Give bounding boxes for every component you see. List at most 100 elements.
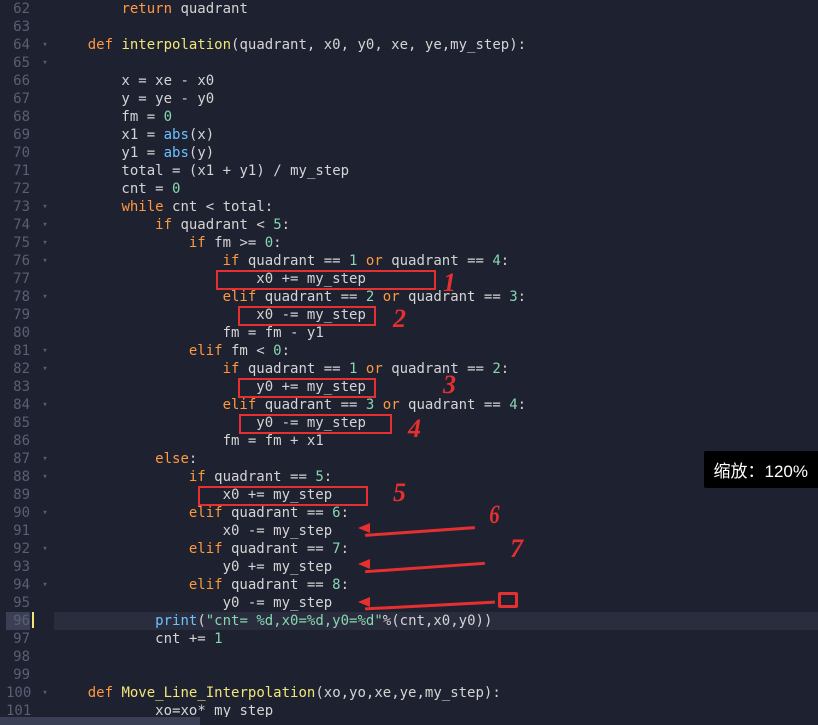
line-number: 99 (6, 666, 30, 684)
fold-marker (36, 270, 54, 288)
line-number: 89 (6, 486, 30, 504)
fold-marker (36, 108, 54, 126)
code-line[interactable]: if quadrant == 1 or quadrant == 2: (54, 360, 818, 378)
line-number: 85 (6, 414, 30, 432)
fold-marker (36, 432, 54, 450)
line-number: 98 (6, 648, 30, 666)
code-line[interactable]: print("cnt= %d,x0=%d,y0=%d"%(cnt,x0,y0)) (54, 612, 818, 630)
line-number-gutter: 6263646566676869707172737475767778798081… (0, 0, 36, 725)
fold-marker (36, 558, 54, 576)
code-editor[interactable]: 6263646566676869707172737475767778798081… (0, 0, 818, 725)
code-line[interactable] (54, 54, 818, 72)
code-line[interactable]: elif quadrant == 6: (54, 504, 818, 522)
fold-marker (36, 72, 54, 90)
fold-marker[interactable]: ▾ (36, 576, 54, 594)
code-line[interactable]: x0 += my_step (54, 270, 818, 288)
code-line[interactable]: x0 -= my_step (54, 306, 818, 324)
fold-marker (36, 324, 54, 342)
code-line[interactable]: def interpolation(quadrant, x0, y0, xe, … (54, 36, 818, 54)
line-number: 70 (6, 144, 30, 162)
code-line[interactable]: y1 = abs(y) (54, 144, 818, 162)
fold-marker[interactable]: ▾ (36, 540, 54, 558)
line-number: 78 (6, 288, 30, 306)
fold-marker[interactable]: ▾ (36, 54, 54, 72)
line-number: 83 (6, 378, 30, 396)
fold-marker[interactable]: ▾ (36, 450, 54, 468)
code-line[interactable]: return quadrant (54, 0, 818, 18)
line-number: 95 (6, 594, 30, 612)
code-line[interactable] (54, 648, 818, 666)
code-line[interactable]: cnt = 0 (54, 180, 818, 198)
code-line[interactable]: fm = fm - y1 (54, 324, 818, 342)
line-number: 76 (6, 252, 30, 270)
line-number: 68 (6, 108, 30, 126)
line-number: 94 (6, 576, 30, 594)
code-line[interactable]: y0 += my_step (54, 558, 818, 576)
line-number: 74 (6, 216, 30, 234)
code-line[interactable]: elif fm < 0: (54, 342, 818, 360)
code-line[interactable]: x = xe - x0 (54, 72, 818, 90)
line-number: 65 (6, 54, 30, 72)
code-line[interactable]: fm = 0 (54, 108, 818, 126)
fold-marker[interactable]: ▾ (36, 36, 54, 54)
cursor-indicator (32, 612, 34, 628)
fold-marker[interactable]: ▾ (36, 288, 54, 306)
fold-marker[interactable]: ▾ (36, 684, 54, 702)
fold-marker[interactable]: ▾ (36, 342, 54, 360)
fold-marker (36, 306, 54, 324)
fold-marker (36, 630, 54, 648)
code-line[interactable]: x0 += my_step (54, 486, 818, 504)
line-number: 63 (6, 18, 30, 36)
line-number: 88 (6, 468, 30, 486)
fold-marker[interactable]: ▾ (36, 234, 54, 252)
fold-marker (36, 180, 54, 198)
code-line[interactable]: if quadrant == 1 or quadrant == 4: (54, 252, 818, 270)
line-number: 79 (6, 306, 30, 324)
code-line[interactable]: elif quadrant == 3 or quadrant == 4: (54, 396, 818, 414)
line-number: 80 (6, 324, 30, 342)
line-number: 97 (6, 630, 30, 648)
line-number: 81 (6, 342, 30, 360)
fold-marker (36, 0, 54, 18)
line-number: 96 (6, 612, 30, 630)
code-line[interactable] (54, 666, 818, 684)
fold-marker[interactable]: ▾ (36, 252, 54, 270)
code-line[interactable]: def Move_Line_Interpolation(xo,yo,xe,ye,… (54, 684, 818, 702)
code-line[interactable]: x1 = abs(x) (54, 126, 818, 144)
fold-marker (36, 90, 54, 108)
fold-marker[interactable]: ▾ (36, 360, 54, 378)
line-number: 72 (6, 180, 30, 198)
line-number: 100 (6, 684, 30, 702)
code-line[interactable]: if quadrant < 5: (54, 216, 818, 234)
horizontal-scrollbar-track[interactable] (0, 717, 818, 725)
code-line[interactable]: while cnt < total: (54, 198, 818, 216)
code-line[interactable]: y0 -= my_step (54, 414, 818, 432)
code-line[interactable]: x0 -= my_step (54, 522, 818, 540)
fold-marker[interactable]: ▾ (36, 504, 54, 522)
fold-marker[interactable]: ▾ (36, 216, 54, 234)
fold-marker[interactable]: ▾ (36, 396, 54, 414)
line-number: 86 (6, 432, 30, 450)
code-line[interactable]: elif quadrant == 8: (54, 576, 818, 594)
line-number: 82 (6, 360, 30, 378)
code-line[interactable]: total = (x1 + y1) / my_step (54, 162, 818, 180)
line-number: 91 (6, 522, 30, 540)
fold-marker (36, 126, 54, 144)
fold-column[interactable]: ▾▾ ▾▾▾▾ ▾ ▾▾ ▾ ▾▾ ▾ ▾ ▾ ▾ (36, 0, 54, 725)
code-line[interactable] (54, 18, 818, 36)
fold-marker[interactable]: ▾ (36, 198, 54, 216)
code-line[interactable]: elif quadrant == 2 or quadrant == 3: (54, 288, 818, 306)
horizontal-scrollbar-thumb[interactable] (0, 717, 200, 725)
code-area[interactable]: return quadrant def interpolation(quadra… (54, 0, 818, 725)
code-line[interactable]: fm = fm + x1 (54, 432, 818, 450)
fold-marker[interactable]: ▾ (36, 468, 54, 486)
line-number: 73 (6, 198, 30, 216)
line-number: 75 (6, 234, 30, 252)
code-line[interactable]: y0 += my_step (54, 378, 818, 396)
code-line[interactable]: y0 -= my_step (54, 594, 818, 612)
fold-marker (36, 666, 54, 684)
code-line[interactable]: elif quadrant == 7: (54, 540, 818, 558)
code-line[interactable]: cnt += 1 (54, 630, 818, 648)
code-line[interactable]: y = ye - y0 (54, 90, 818, 108)
code-line[interactable]: if fm >= 0: (54, 234, 818, 252)
